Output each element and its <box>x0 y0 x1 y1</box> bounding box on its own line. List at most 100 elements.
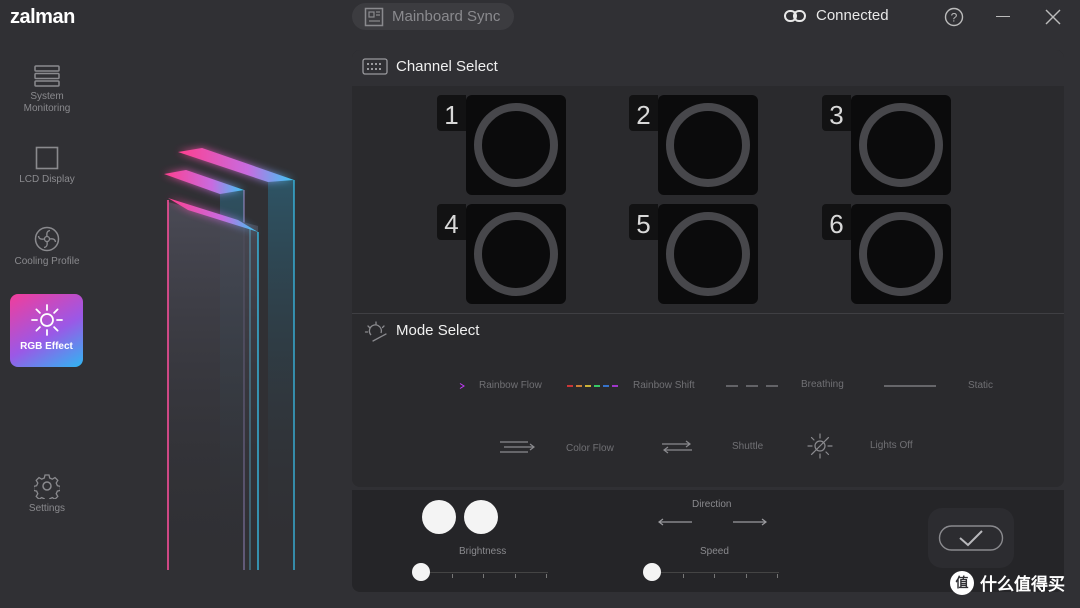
sidebar-item-settings[interactable]: Settings <box>10 473 84 515</box>
channel-icon <box>362 58 388 75</box>
ring-icon <box>666 212 750 296</box>
mode-label: Rainbow Shift <box>633 380 695 391</box>
watermark-badge: 值 <box>950 570 974 595</box>
channel-number: 2 <box>629 95 658 131</box>
ring-icon <box>666 103 750 187</box>
channel-preview <box>851 95 951 195</box>
slider-tick <box>546 574 547 578</box>
sidebar-item-label: Settings <box>28 503 66 514</box>
section-divider <box>352 313 1064 314</box>
svg-text:?: ? <box>951 11 958 25</box>
sidebar-item-label: System Monitoring <box>23 91 71 114</box>
channel-preview <box>851 204 951 304</box>
channel-select-title: Channel Select <box>396 58 498 75</box>
mode-label: Shuttle <box>732 441 764 452</box>
sidebar-item-lcd-display[interactable]: LCD Display <box>10 146 84 186</box>
color-flow-icon <box>500 441 535 453</box>
ring-icon <box>474 103 558 187</box>
color-swatch-1[interactable] <box>422 500 456 534</box>
speed-slider-thumb[interactable] <box>643 563 661 581</box>
mode-lights-off[interactable]: Lights Off <box>806 432 926 460</box>
rainbow-shift-icon <box>567 385 618 387</box>
apply-button[interactable] <box>928 508 1014 568</box>
brightness-slider-thumb[interactable] <box>412 563 430 581</box>
ring-icon <box>474 212 558 296</box>
mode-breathing[interactable]: Breathing <box>722 376 862 396</box>
direction-right-icon[interactable] <box>730 516 770 528</box>
mode-label: Color Flow <box>566 443 614 454</box>
speed-slider[interactable] <box>641 560 781 584</box>
mainboard-icon <box>364 7 384 26</box>
slider-tick <box>714 574 715 578</box>
app-logo: zalman <box>10 6 75 28</box>
mainboard-sync-button[interactable]: Mainboard Sync <box>352 3 514 30</box>
channel-preview <box>658 95 758 195</box>
slider-tick <box>515 574 516 578</box>
link-icon <box>784 9 806 22</box>
ring-icon <box>859 212 943 296</box>
channel-number: 6 <box>822 204 851 240</box>
mode-label: Lights Off <box>870 440 913 451</box>
mainboard-sync-label: Mainboard Sync <box>392 8 501 25</box>
lights-off-icon <box>807 433 833 459</box>
brightness-label: Brightness <box>459 546 507 557</box>
slider-tick <box>683 574 684 578</box>
mode-sun-icon <box>364 321 387 342</box>
channel-4[interactable]: 4 <box>437 204 566 304</box>
minimize-button[interactable] <box>996 16 1010 17</box>
rainbow-flow-icon <box>414 383 465 389</box>
mode-label: Static <box>968 380 994 391</box>
sidebar-item-rgb-effect[interactable]: RGB Effect <box>10 294 83 367</box>
connection-status: Connected <box>784 7 889 24</box>
static-icon <box>884 385 936 387</box>
channel-preview <box>466 204 566 304</box>
sidebar-item-label: Cooling Profile <box>14 256 80 267</box>
channel-5[interactable]: 5 <box>629 204 758 304</box>
fan-icon <box>34 226 60 252</box>
direction-left-icon[interactable] <box>656 516 696 528</box>
close-icon[interactable] <box>1044 8 1062 26</box>
monitoring-icon <box>34 65 60 87</box>
mode-rainbow-flow[interactable]: Rainbow Flow <box>410 376 550 396</box>
checkmark-toggle-icon <box>938 525 1004 551</box>
slider-tick <box>483 574 484 578</box>
channel-2[interactable]: 2 <box>629 95 758 195</box>
ring-icon <box>859 103 943 187</box>
mode-static[interactable]: Static <box>880 376 1020 396</box>
channel-3[interactable]: 3 <box>822 95 951 195</box>
breathing-icon <box>726 385 778 387</box>
brightness-slider[interactable] <box>410 560 550 584</box>
slider-track <box>645 572 779 573</box>
mode-label: Rainbow Flow <box>479 380 542 391</box>
gear-icon <box>34 474 60 499</box>
channel-preview <box>658 204 758 304</box>
channel-number: 3 <box>822 95 851 131</box>
mode-rainbow-shift[interactable]: Rainbow Shift <box>564 376 704 396</box>
ram-illustration <box>164 148 295 570</box>
sun-icon <box>30 304 63 336</box>
color-swatch-2[interactable] <box>464 500 498 534</box>
channel-number: 4 <box>437 204 466 240</box>
connection-status-label: Connected <box>816 7 889 24</box>
sidebar-item-system-monitoring[interactable]: System Monitoring <box>10 65 84 115</box>
help-icon[interactable]: ? <box>944 7 964 27</box>
speed-label: Speed <box>700 546 729 557</box>
sidebar-item-cooling-profile[interactable]: Cooling Profile <box>10 226 84 268</box>
sidebar-item-label: LCD Display <box>19 174 75 185</box>
channel-preview <box>466 95 566 195</box>
lcd-icon <box>35 146 59 170</box>
watermark: 值 什么值得买 <box>950 570 1065 595</box>
channel-6[interactable]: 6 <box>822 204 951 304</box>
channel-1[interactable]: 1 <box>437 95 566 195</box>
mode-select-title: Mode Select <box>396 322 480 339</box>
channel-number: 1 <box>437 95 466 131</box>
slider-tick <box>777 574 778 578</box>
mode-label: Breathing <box>801 379 844 390</box>
watermark-text: 什么值得买 <box>980 575 1065 594</box>
mode-shuttle[interactable]: Shuttle <box>658 436 778 458</box>
slider-tick <box>452 574 453 578</box>
mode-color-flow[interactable]: Color Flow <box>498 436 628 458</box>
slider-tick <box>746 574 747 578</box>
shuttle-icon <box>662 440 692 454</box>
slider-track <box>414 572 548 573</box>
